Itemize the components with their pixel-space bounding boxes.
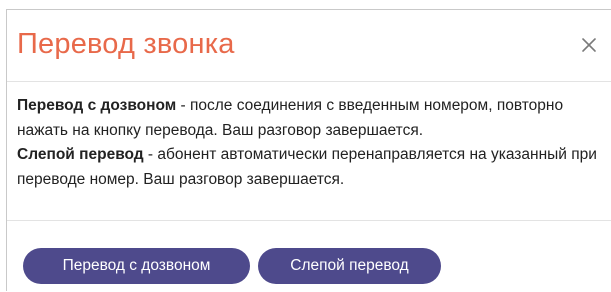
dialog-description: Перевод с дозвоном - после соединения с … [17,94,602,192]
close-icon-glyph [582,38,596,52]
blind-transfer-description: Слепой перевод - абонент автоматически п… [17,143,602,192]
attended-transfer-description: Перевод с дозвоном - после соединения с … [17,94,602,143]
blind-transfer-term: Слепой перевод [17,146,144,163]
dialog-footer: Перевод с дозвоном Слепой перевод [7,220,611,292]
attended-transfer-term: Перевод с дозвоном [17,97,177,114]
close-icon[interactable] [577,33,601,57]
transfer-call-dialog: Перевод звонка Перевод с дозвоном - посл… [6,9,611,291]
attended-transfer-button[interactable]: Перевод с дозвоном [23,248,250,284]
blind-transfer-button[interactable]: Слепой перевод [258,248,441,284]
dialog-header: Перевод звонка [7,10,611,82]
dialog-title: Перевод звонка [17,28,235,60]
